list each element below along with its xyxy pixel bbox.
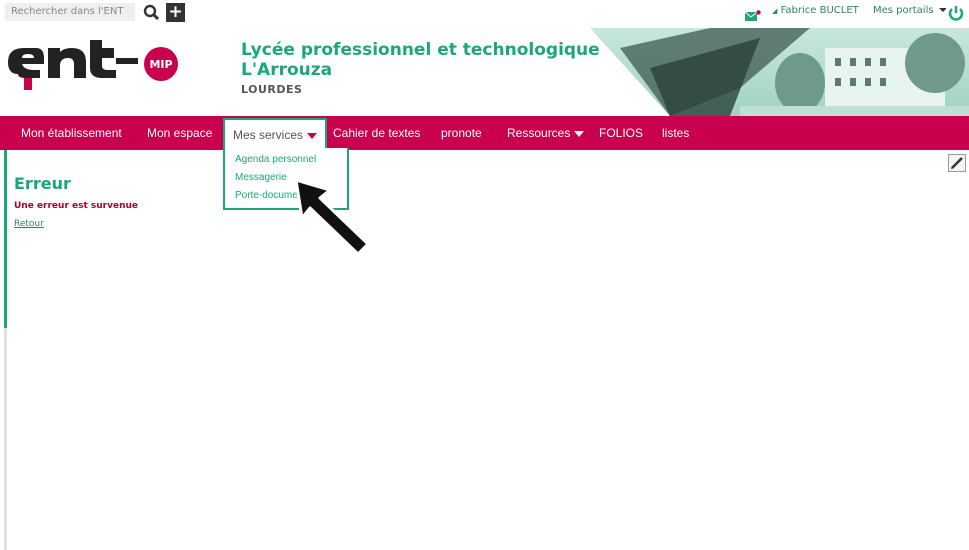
nav-label: Mon espace [147, 126, 213, 140]
portals-menu[interactable]: Mes portails [873, 5, 947, 16]
nav-item-folios[interactable]: FOLIOS [599, 116, 643, 150]
user-arrow-icon: ◢ [772, 7, 778, 15]
power-icon[interactable] [946, 3, 966, 23]
logo-badge: MIP [149, 58, 172, 71]
dropdown-item-agenda[interactable]: Agenda personnel [225, 151, 347, 169]
nav-item-ressources[interactable]: Ressources [507, 116, 585, 150]
nav-item-listes[interactable]: listes [662, 116, 689, 150]
portals-label: Mes portails [873, 5, 934, 16]
nav-label: FOLIOS [599, 126, 644, 140]
ent-logo[interactable]: MIP [4, 34, 179, 94]
pointer-arrow-icon [290, 178, 380, 260]
main-nav: Mon établissement Mon espace Mes service… [0, 116, 969, 152]
nav-label: Mes services [233, 128, 304, 142]
search-icon[interactable] [142, 3, 162, 21]
mail-icon[interactable] [744, 7, 761, 21]
caret-down-icon [574, 130, 585, 137]
error-message: Une erreur est survenue [14, 201, 139, 211]
search-input[interactable]: Rechercher dans l'ENT [5, 3, 135, 21]
nav-label: Ressources [507, 126, 571, 140]
header-banner-photo [590, 28, 969, 116]
add-button[interactable]: + [166, 3, 185, 22]
back-link[interactable]: Retour [14, 219, 44, 229]
nav-item-cahier-textes[interactable]: Cahier de textes [333, 116, 420, 150]
nav-item-services[interactable]: Mes services [223, 118, 328, 152]
user-menu-link[interactable]: ◢ Fabrice BUCLET [772, 5, 859, 16]
user-name: Fabrice BUCLET [780, 5, 859, 16]
school-name: Lycée professionnel et technologique L'A… [241, 40, 600, 80]
caret-down-icon [307, 132, 318, 139]
school-name-line1: Lycée professionnel et technologique [241, 40, 600, 60]
content-border-accent [4, 150, 7, 328]
nav-label: listes [662, 126, 690, 140]
top-bar: Rechercher dans l'ENT + ◢ Fabrice BUCLET… [0, 0, 969, 28]
nav-item-espace[interactable]: Mon espace [147, 116, 212, 150]
page-title: Erreur [14, 174, 71, 193]
school-city: LOURDES [241, 83, 303, 96]
school-name-line2: L'Arrouza [241, 60, 333, 80]
nav-label: Cahier de textes [333, 126, 421, 140]
nav-item-etablissement[interactable]: Mon établissement [21, 116, 122, 150]
nav-item-pronote[interactable]: pronote [441, 116, 482, 150]
nav-label: pronote [441, 126, 482, 140]
edit-icon[interactable] [948, 154, 966, 172]
nav-label: Mon établissement [21, 126, 122, 140]
site-header: MIP Lycée professionnel et technologique… [0, 28, 969, 116]
